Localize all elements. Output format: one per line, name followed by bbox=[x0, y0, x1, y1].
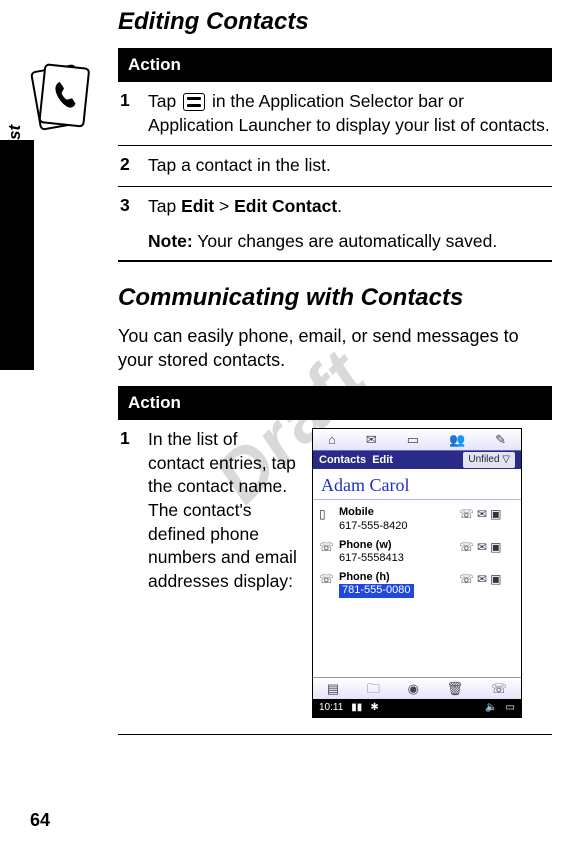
mobile-icon: ▯ bbox=[319, 506, 333, 522]
step-row: 1 Tap in the Application Selector bar or… bbox=[118, 82, 552, 146]
section-title-editing: Editing Contacts bbox=[118, 8, 552, 36]
side-tab-label: Contact List bbox=[5, 125, 25, 223]
step-number: 1 bbox=[118, 90, 148, 111]
video-icon: ▣ bbox=[490, 539, 501, 555]
section-intro: You can easily phone, email, or send mes… bbox=[118, 324, 552, 373]
device-time: 10:11 bbox=[319, 701, 343, 715]
step-body: Tap a contact in the list. bbox=[148, 154, 552, 178]
menu-sep: > bbox=[214, 196, 234, 216]
device-row: ☏ Phone (h)781-555-0080 ☏✉▣ bbox=[319, 571, 515, 597]
note-text: Your changes are automatically saved. bbox=[193, 231, 498, 251]
step-number: 1 bbox=[118, 428, 148, 449]
signal-icon: ▮▮ bbox=[351, 701, 362, 715]
device-row-label: Mobile bbox=[339, 506, 374, 518]
app-selector-icon bbox=[183, 93, 205, 111]
home-icon: ⌂ bbox=[328, 431, 336, 449]
page-number: 64 bbox=[30, 810, 50, 831]
sms-icon: ✉ bbox=[477, 571, 487, 587]
note-label: Note: bbox=[148, 231, 193, 251]
action-header-2: Action bbox=[118, 386, 552, 420]
step-number: 3 bbox=[118, 195, 148, 216]
step-body: In the list of contact entries, tap the … bbox=[148, 428, 298, 718]
contacts-pair-icon: 👥 bbox=[449, 431, 465, 449]
menu-edit-contact: Edit Contact bbox=[234, 196, 337, 216]
call-icon: ☏ bbox=[459, 506, 474, 522]
video-icon: ▣ bbox=[490, 506, 501, 522]
sms-icon: ✉ bbox=[477, 539, 487, 555]
device-screenshot: ⌂ ✉ ▭ 👥 ✎ Contacts Edit Unfiled ▽ Adam C… bbox=[312, 428, 522, 718]
device-row-actions: ☏✉▣ bbox=[459, 539, 515, 555]
battery-icon: ▭ bbox=[506, 701, 515, 715]
step-pre: Tap bbox=[148, 91, 181, 111]
device-menu-unfiled: Unfiled ▽ bbox=[463, 452, 515, 468]
step-post: . bbox=[337, 196, 342, 216]
menu-edit: Edit bbox=[181, 196, 214, 216]
call-icon: ☏ bbox=[459, 571, 474, 587]
phone-tool-icon: ☏ bbox=[491, 680, 507, 698]
call-icon: ☏ bbox=[459, 539, 474, 555]
device-toolbar: ▤ 🗀 ◉ 🗑 ☏ bbox=[313, 677, 521, 699]
trash-icon: 🗑 bbox=[447, 680, 464, 698]
phone-icon: ☏ bbox=[319, 571, 333, 587]
device-row-actions: ☏✉▣ bbox=[459, 571, 515, 587]
action-header-1: Action bbox=[118, 48, 552, 82]
device-row: ▯ Mobile 617-555-8420 ☏✉▣ bbox=[319, 506, 515, 532]
device-menubar: Contacts Edit Unfiled ▽ bbox=[313, 451, 521, 469]
step-number: 2 bbox=[118, 154, 148, 175]
device-menu-edit: Edit bbox=[372, 453, 393, 468]
step-row: 2 Tap a contact in the list. bbox=[118, 146, 552, 187]
device-row-value: 617-555-8420 bbox=[339, 520, 408, 532]
camera-icon: ◉ bbox=[408, 680, 419, 698]
step-body: Tap in the Application Selector bar or A… bbox=[148, 90, 552, 137]
new-icon: ▤ bbox=[327, 680, 339, 698]
mail-icon: ✉ bbox=[366, 431, 377, 449]
step-row: 3 Tap Edit > Edit Contact. bbox=[118, 187, 552, 227]
folder-icon: 🗀 bbox=[367, 680, 380, 698]
sms-icon: ✉ bbox=[477, 506, 487, 522]
device-body: ▯ Mobile617-555-8420 ☏✉▣ ☏ Phone (w)617-… bbox=[313, 500, 521, 597]
note-row: Note: Your changes are automatically sav… bbox=[118, 227, 552, 262]
divider bbox=[118, 734, 552, 735]
device-row-label: Phone (h) bbox=[339, 571, 390, 583]
message-icon: ▭ bbox=[407, 431, 419, 449]
device-statusbar: 10:11 ▮▮ ✱ 🔈 ▭ bbox=[313, 699, 521, 717]
device-row-label: Phone (w) bbox=[339, 539, 392, 551]
device-row-value: 617-5558413 bbox=[339, 552, 404, 564]
step-body: Tap Edit > Edit Contact. bbox=[148, 195, 552, 219]
device-row-value-selected: 781-555-0080 bbox=[339, 584, 414, 597]
device-contact-name: Adam Carol bbox=[313, 469, 521, 500]
contacts-art-icon bbox=[20, 58, 100, 138]
device-row-actions: ☏✉▣ bbox=[459, 506, 515, 522]
bluetooth-icon: ✱ bbox=[370, 701, 378, 715]
device-row: ☏ Phone (w)617-5558413 ☏✉▣ bbox=[319, 539, 515, 565]
section-title-communicating: Communicating with Contacts bbox=[118, 284, 552, 312]
pen-icon: ✎ bbox=[495, 431, 506, 449]
device-menu-contacts: Contacts bbox=[319, 453, 366, 468]
step-post: in the Application Selector bar or Appli… bbox=[148, 91, 550, 135]
video-icon: ▣ bbox=[490, 571, 501, 587]
step-row: 1 In the list of contact entries, tap th… bbox=[118, 420, 552, 726]
phone-icon: ☏ bbox=[319, 539, 333, 555]
step-pre: Tap bbox=[148, 196, 181, 216]
device-topbar: ⌂ ✉ ▭ 👥 ✎ bbox=[313, 429, 521, 451]
sound-icon: 🔈 bbox=[485, 701, 497, 715]
